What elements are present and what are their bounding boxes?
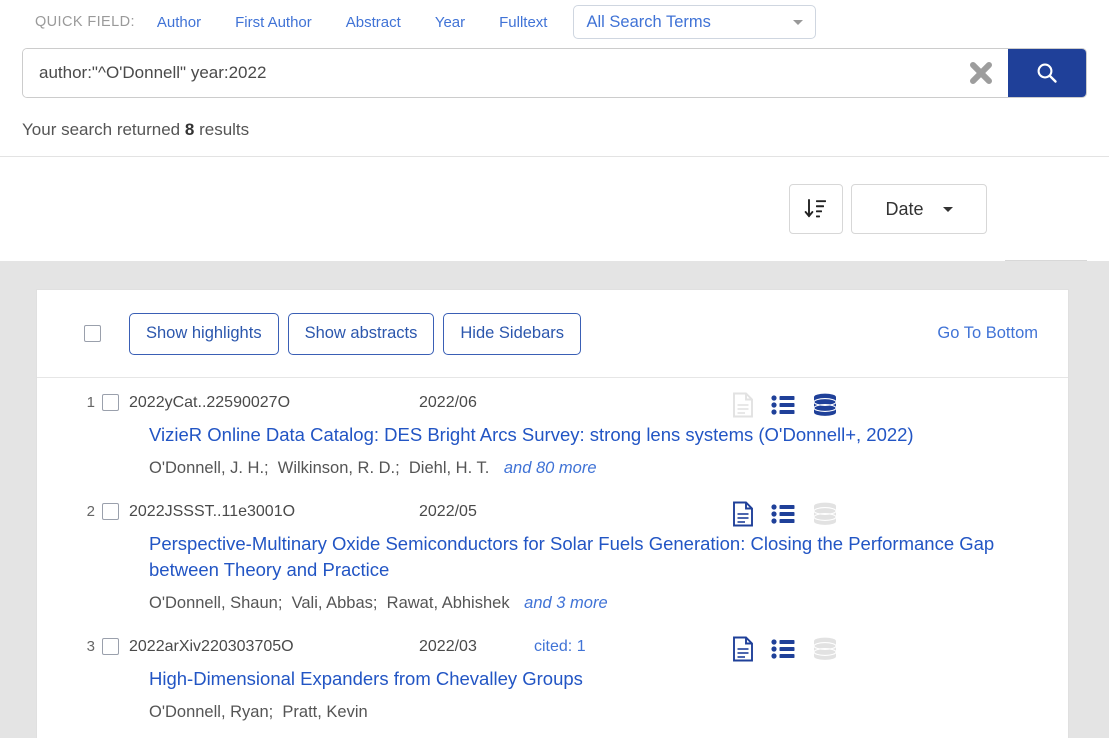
fulltext-icon[interactable]: [732, 392, 754, 418]
citations-list-icon[interactable]: [771, 638, 795, 660]
clear-search-button[interactable]: [954, 49, 1008, 97]
result-bibcode: 2022JSSST..11e3001O: [129, 503, 419, 521]
quick-field-fulltext[interactable]: Fulltext: [499, 14, 547, 31]
result-actions: [732, 392, 838, 418]
results-summary-suffix: results: [199, 120, 249, 139]
results-summary: Your search returned 8 results: [22, 98, 1087, 156]
fulltext-icon[interactable]: [732, 636, 754, 662]
result-body: 2022yCat..22590027O 2022/06 VizieR Onlin…: [129, 392, 1068, 479]
fulltext-icon[interactable]: [732, 501, 754, 527]
result-title[interactable]: Perspective-Multinary Oxide Semiconducto…: [149, 531, 1050, 583]
sort-field-label: Date: [885, 199, 923, 220]
result-number: 1: [87, 394, 95, 411]
result-more-authors[interactable]: and 80 more: [504, 459, 597, 477]
go-to-bottom-link[interactable]: Go To Bottom: [937, 324, 1050, 343]
result-title[interactable]: High-Dimensional Expanders from Chevalle…: [149, 666, 1050, 692]
result-title[interactable]: VizieR Online Data Catalog: DES Bright A…: [149, 422, 1050, 448]
chevron-down-icon: [793, 20, 803, 25]
search-input-wrap: [23, 49, 954, 97]
result-actions: [732, 636, 838, 662]
result-author[interactable]: O'Donnell, Shaun;: [149, 594, 282, 612]
search-terms-select-value: All Search Terms: [586, 13, 783, 32]
quick-field-first-author[interactable]: First Author: [235, 14, 312, 31]
data-cylinder-icon[interactable]: [812, 502, 838, 526]
result-more-authors[interactable]: and 3 more: [524, 594, 607, 612]
data-cylinder-icon[interactable]: [812, 393, 838, 417]
result-author[interactable]: Rawat, Abhishek: [387, 594, 510, 612]
result-authors: O'Donnell, Ryan; Pratt, Kevin: [149, 701, 1050, 723]
results-count: 8: [185, 120, 194, 139]
result-meta: 2022yCat..22590027O 2022/06: [129, 392, 1050, 414]
data-cylinder-icon[interactable]: [812, 637, 838, 661]
show-highlights-button[interactable]: Show highlights: [129, 313, 279, 355]
results-summary-prefix: Your search returned: [22, 120, 180, 139]
quick-field-row: QUICK FIELD: Author First Author Abstrac…: [22, 0, 1087, 44]
result-actions: [732, 501, 838, 527]
quick-field-abstract[interactable]: Abstract: [346, 14, 401, 31]
result-author[interactable]: Wilkinson, R. D.;: [278, 459, 400, 477]
result-item: 1 2022yCat..22590027O 2022/06 VizieR Onl…: [37, 378, 1068, 487]
result-author[interactable]: Pratt, Kevin: [282, 703, 367, 721]
citations-list-icon[interactable]: [771, 394, 795, 416]
chevron-down-icon: [943, 207, 953, 212]
close-icon: [968, 60, 994, 86]
submit-search-button[interactable]: [1008, 49, 1086, 97]
search-bar: [22, 48, 1087, 98]
sort-field-button[interactable]: Date: [851, 184, 987, 234]
search-terms-select[interactable]: All Search Terms: [573, 5, 816, 39]
select-all-wrap: [37, 325, 129, 342]
result-authors: O'Donnell, J. H.; Wilkinson, R. D.; Dieh…: [149, 457, 1050, 479]
search-input[interactable]: [37, 62, 946, 84]
search-header: QUICK FIELD: Author First Author Abstrac…: [0, 0, 1109, 261]
sort-row-rule: [1005, 260, 1087, 261]
result-author[interactable]: O'Donnell, J. H.;: [149, 459, 269, 477]
sort-descending-icon: [803, 196, 829, 222]
result-number: 2: [87, 503, 95, 520]
result-bibcode: 2022yCat..22590027O: [129, 394, 419, 412]
result-meta: 2022arXiv220303705O 2022/03 cited: 1: [129, 636, 1050, 658]
result-authors: O'Donnell, Shaun; Vali, Abbas; Rawat, Ab…: [149, 592, 1050, 614]
result-bibcode: 2022arXiv220303705O: [129, 638, 419, 656]
citations-list-icon[interactable]: [771, 503, 795, 525]
quick-field-label: QUICK FIELD:: [35, 14, 135, 30]
result-meta: 2022JSSST..11e3001O 2022/05: [129, 501, 1050, 523]
result-author[interactable]: O'Donnell, Ryan;: [149, 703, 273, 721]
results-toolbar: Show highlights Show abstracts Hide Side…: [37, 290, 1068, 378]
results-region: Show highlights Show abstracts Hide Side…: [0, 261, 1109, 738]
search-icon: [1035, 61, 1059, 85]
result-date: 2022/06: [419, 394, 534, 412]
results-panel: Show highlights Show abstracts Hide Side…: [36, 289, 1069, 738]
result-date: 2022/03: [419, 638, 534, 656]
result-cited[interactable]: cited: 1: [534, 638, 586, 656]
result-item: 2 2022JSSST..11e3001O 2022/05 Perspectiv…: [37, 487, 1068, 622]
result-item: 3 2022arXiv220303705O 2022/03 cited: 1 H…: [37, 622, 1068, 731]
sort-controls: Date: [789, 184, 987, 234]
show-abstracts-button[interactable]: Show abstracts: [288, 313, 435, 355]
result-index: 2: [37, 501, 129, 614]
result-author[interactable]: Diehl, H. T.: [409, 459, 489, 477]
result-checkbox[interactable]: [102, 394, 119, 411]
sort-row: Date: [22, 157, 1087, 261]
result-body: 2022arXiv220303705O 2022/03 cited: 1 Hig…: [129, 636, 1068, 723]
quick-field-year[interactable]: Year: [435, 14, 465, 31]
select-all-checkbox[interactable]: [84, 325, 101, 342]
left-gutter: [16, 289, 36, 738]
quick-field-author[interactable]: Author: [157, 14, 201, 31]
result-date: 2022/05: [419, 503, 534, 521]
result-author[interactable]: Vali, Abbas;: [292, 594, 378, 612]
result-checkbox[interactable]: [102, 638, 119, 655]
result-number: 3: [87, 638, 95, 655]
result-index: 1: [37, 392, 129, 479]
result-checkbox[interactable]: [102, 503, 119, 520]
sort-direction-button[interactable]: [789, 184, 843, 234]
hide-sidebars-button[interactable]: Hide Sidebars: [443, 313, 581, 355]
result-index: 3: [37, 636, 129, 723]
result-body: 2022JSSST..11e3001O 2022/05 Perspective-…: [129, 501, 1068, 614]
